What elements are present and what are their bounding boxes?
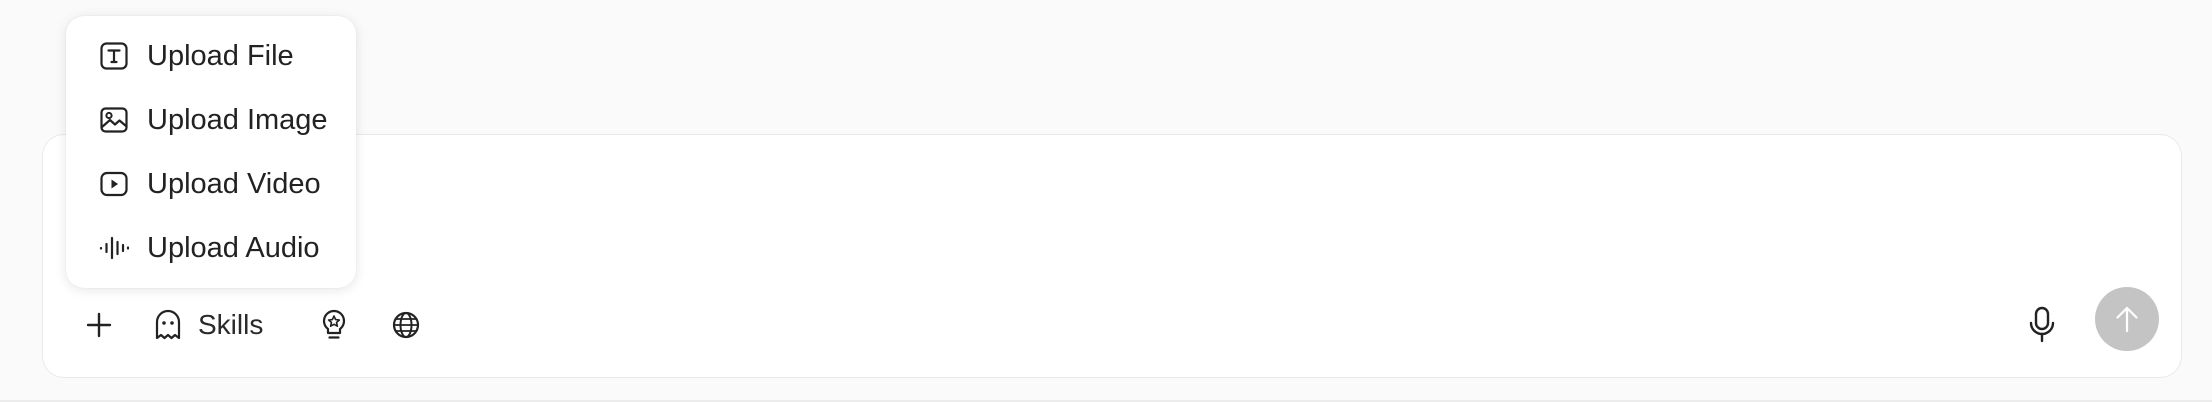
menu-item-upload-audio[interactable]: Upload Audio <box>66 216 356 280</box>
send-button[interactable] <box>2095 287 2159 351</box>
skills-label: Skills <box>198 309 264 340</box>
ghost-icon <box>155 309 181 340</box>
microphone-icon <box>2029 306 2055 343</box>
image-icon <box>97 103 131 137</box>
menu-item-label: Upload Audio <box>147 231 320 264</box>
menu-item-label: Upload File <box>147 39 294 72</box>
audio-waveform-icon <box>97 231 131 265</box>
skills-button[interactable]: Skills <box>152 300 263 350</box>
add-attachment-button[interactable] <box>74 300 124 350</box>
plus-icon <box>86 312 112 338</box>
voice-input-button[interactable] <box>2020 298 2064 352</box>
chat-composer[interactable] <box>42 134 2182 378</box>
lightbulb-icon <box>322 309 346 339</box>
menu-item-upload-image[interactable]: Upload Image <box>66 88 356 152</box>
web-search-button[interactable] <box>386 300 426 350</box>
think-button[interactable] <box>314 300 354 350</box>
video-icon <box>97 167 131 201</box>
menu-item-label: Upload Image <box>147 103 328 136</box>
menu-item-upload-file[interactable]: Upload File <box>66 24 356 88</box>
menu-item-label: Upload Video <box>147 167 321 200</box>
arrow-up-icon <box>2116 306 2138 333</box>
menu-item-upload-video[interactable]: Upload Video <box>66 152 356 216</box>
text-file-icon <box>97 39 131 73</box>
globe-icon <box>392 311 420 339</box>
upload-menu: Upload File Upload Image Upload Video Up… <box>66 16 356 288</box>
